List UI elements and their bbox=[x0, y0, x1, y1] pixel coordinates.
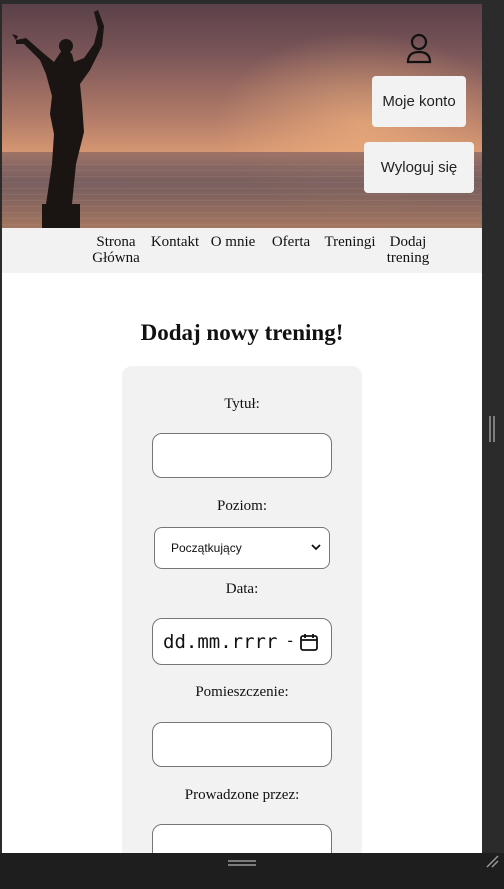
nav-label-line1: Strona bbox=[96, 234, 136, 250]
nav-item-contact[interactable]: Kontakt bbox=[149, 234, 201, 250]
chevron-down-icon bbox=[311, 544, 321, 551]
main-nav: Strona Główna Kontakt O mnie Oferta Tren… bbox=[2, 228, 482, 273]
hero-banner: Moje konto Wyloguj się bbox=[2, 4, 482, 228]
level-selected-value: Początkujący bbox=[171, 541, 242, 555]
resize-grip-vertical[interactable] bbox=[488, 416, 496, 442]
add-training-form: Tytuł: Poziom: Początkujący Data: dd.mm.… bbox=[122, 366, 362, 853]
title-input[interactable] bbox=[152, 433, 332, 478]
user-icon[interactable] bbox=[405, 32, 433, 66]
calendar-icon[interactable] bbox=[299, 632, 319, 652]
nav-label: Oferta bbox=[271, 234, 311, 250]
date-separator: - bbox=[285, 631, 295, 650]
nav-label: Treningi bbox=[324, 234, 376, 250]
level-select[interactable]: Początkujący bbox=[154, 527, 330, 569]
nav-item-trainings[interactable]: Treningi bbox=[322, 234, 378, 250]
date-label: Data: bbox=[225, 581, 259, 597]
resize-grip-horizontal[interactable] bbox=[228, 859, 256, 867]
bodybuilder-silhouette bbox=[12, 10, 104, 228]
room-label: Pomieszczenie: bbox=[195, 684, 289, 700]
date-placeholder: dd.mm.rrrr bbox=[163, 630, 278, 653]
nav-item-offer[interactable]: Oferta bbox=[268, 234, 314, 250]
title-label: Tytuł: bbox=[224, 396, 260, 412]
trainer-input[interactable] bbox=[152, 824, 332, 853]
page-title: Dodaj nowy trening! bbox=[140, 320, 344, 345]
nav-label: Kontakt bbox=[150, 234, 200, 250]
level-label: Poziom: bbox=[216, 498, 267, 514]
nav-label-line2: Główna bbox=[92, 250, 140, 266]
trainer-label: Prowadzone przez: bbox=[184, 787, 300, 803]
nav-item-add-training[interactable]: Dodaj trening bbox=[382, 234, 434, 266]
my-account-button[interactable]: Moje konto bbox=[372, 76, 466, 127]
logout-button[interactable]: Wyloguj się bbox=[364, 142, 474, 193]
room-input[interactable] bbox=[152, 722, 332, 767]
date-input[interactable]: dd.mm.rrrr - bbox=[152, 618, 332, 665]
browser-viewport: Moje konto Wyloguj się Strona Główna Kon… bbox=[2, 4, 482, 853]
corner-resize-icon[interactable] bbox=[484, 853, 500, 869]
devtools-bottom-bar bbox=[0, 853, 504, 889]
nav-label-line2: trening bbox=[386, 250, 430, 266]
nav-label-line1: Dodaj bbox=[389, 234, 427, 250]
nav-item-home[interactable]: Strona Główna bbox=[92, 234, 140, 266]
nav-label: O mnie bbox=[210, 234, 256, 250]
nav-item-about[interactable]: O mnie bbox=[208, 234, 258, 250]
